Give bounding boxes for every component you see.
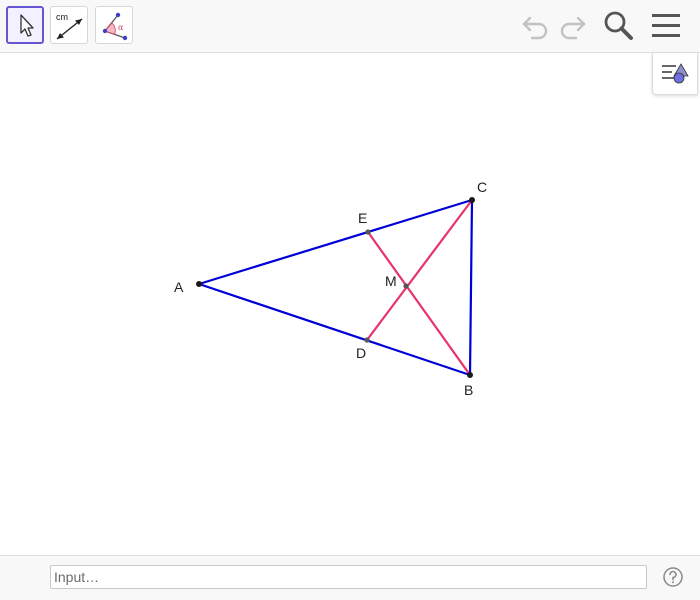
segment-eb[interactable] <box>367 231 471 376</box>
label-c: C <box>477 179 487 195</box>
angle-tool-button[interactable]: α <box>95 6 133 44</box>
point-d[interactable] <box>364 337 370 343</box>
angle-icon: α <box>102 12 128 41</box>
toolbar: cm α <box>0 0 700 53</box>
style-bar-icon <box>662 63 689 84</box>
label-b: B <box>464 382 473 398</box>
label-a: A <box>174 279 184 295</box>
segment-ac[interactable] <box>198 198 473 286</box>
point-a[interactable] <box>196 281 202 287</box>
menu-icon[interactable] <box>649 8 683 42</box>
label-d: D <box>356 345 366 361</box>
segment-cb[interactable] <box>468 199 474 376</box>
input-bar <box>0 555 700 600</box>
segment-ab[interactable] <box>198 282 471 377</box>
construction-canvas[interactable]: A B C D E M <box>0 53 700 555</box>
undo-icon[interactable] <box>518 8 552 42</box>
label-e: E <box>358 210 367 226</box>
graphics-view[interactable]: A B C D E M <box>0 53 700 555</box>
point-m[interactable] <box>403 283 409 289</box>
cursor-arrow-icon <box>20 14 34 37</box>
algebra-input-field[interactable] <box>50 565 647 589</box>
geogebra-app: cm α A B C D E M Input… <box>0 0 700 600</box>
point-b[interactable] <box>467 372 473 378</box>
segment-dc[interactable] <box>366 199 473 341</box>
search-icon[interactable] <box>601 8 635 42</box>
tool-unit-label: cm <box>56 12 68 22</box>
label-m: M <box>385 273 397 289</box>
help-icon[interactable] <box>662 566 684 588</box>
distance-measure-icon: cm <box>56 12 83 40</box>
alpha-label: α <box>118 23 124 32</box>
point-e[interactable] <box>365 229 371 235</box>
style-bar-toggle-button[interactable] <box>652 53 698 95</box>
move-tool-button[interactable] <box>6 6 44 44</box>
redo-icon[interactable] <box>556 8 590 42</box>
point-c[interactable] <box>469 197 475 203</box>
distance-tool-button[interactable]: cm <box>50 6 88 44</box>
